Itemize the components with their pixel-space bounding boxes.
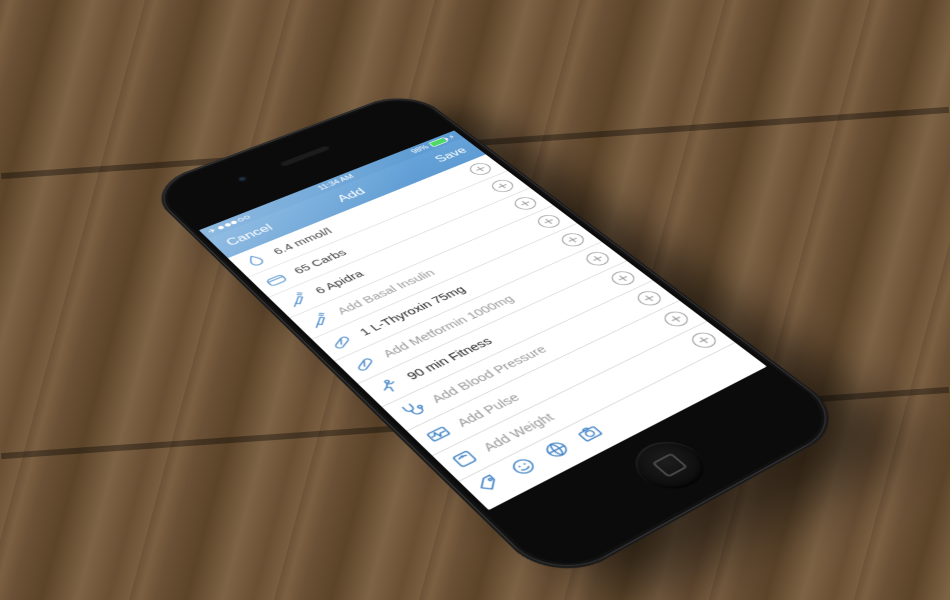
- device-scene: ✈︎ 11:34 AM 98% ⚡︎ Cancel Add: [143, 89, 854, 588]
- stethoscope-icon: [394, 397, 432, 422]
- pulse-icon: [419, 421, 457, 447]
- earpiece-speaker: [278, 144, 331, 167]
- add-button[interactable]: [582, 249, 614, 268]
- scale-icon: [445, 446, 484, 473]
- drop-icon: [239, 250, 273, 270]
- camera-icon[interactable]: [572, 421, 608, 445]
- face-icon[interactable]: [505, 454, 541, 479]
- add-button[interactable]: [607, 269, 639, 288]
- add-button[interactable]: [534, 213, 565, 231]
- front-camera: [237, 175, 250, 183]
- syringe-icon: [301, 310, 336, 332]
- add-button[interactable]: [466, 161, 495, 177]
- home-button[interactable]: [622, 433, 718, 498]
- bread-icon: [259, 269, 293, 290]
- add-button[interactable]: [557, 231, 588, 249]
- add-button[interactable]: [633, 288, 666, 308]
- add-button[interactable]: [488, 178, 518, 195]
- add-button[interactable]: [660, 309, 693, 329]
- add-button[interactable]: [687, 330, 721, 351]
- globe-icon[interactable]: [539, 437, 575, 461]
- add-button[interactable]: [510, 195, 540, 212]
- airplane-icon: ✈︎: [206, 227, 219, 235]
- pill-icon: [346, 352, 383, 376]
- runner-icon: [370, 375, 407, 399]
- wood-background: ✈︎ 11:34 AM 98% ⚡︎ Cancel Add: [0, 0, 950, 600]
- iphone-body: ✈︎ 11:34 AM 98% ⚡︎ Cancel Add: [143, 89, 854, 588]
- syringe-icon: [280, 289, 315, 311]
- tag-icon[interactable]: [471, 471, 508, 496]
- pill-icon: [324, 331, 360, 354]
